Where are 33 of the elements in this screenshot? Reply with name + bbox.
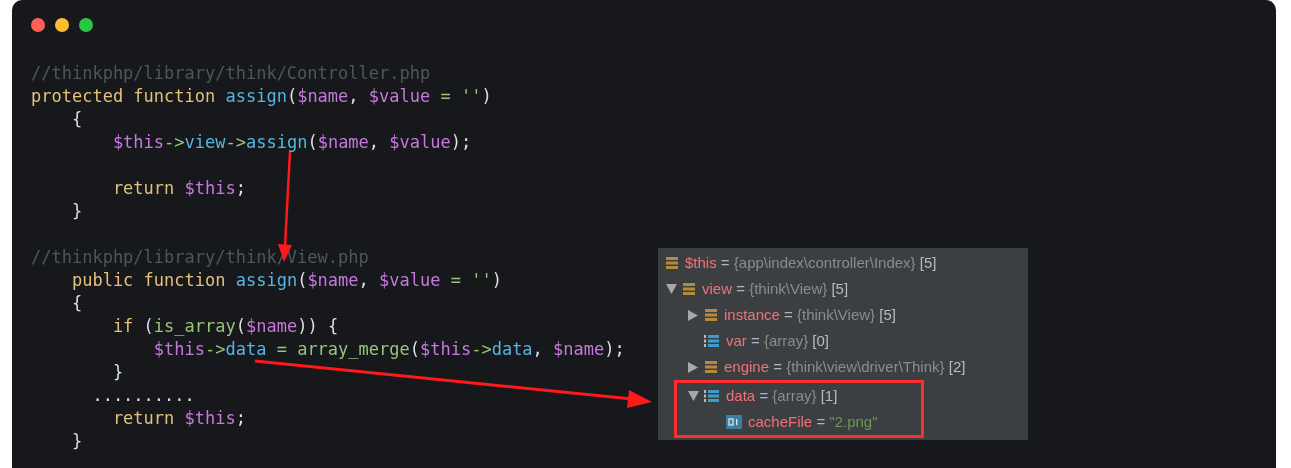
- collapsed-triangle-icon[interactable]: [688, 309, 698, 321]
- expanded-triangle-icon[interactable]: [665, 284, 677, 294]
- code-line: }: [70, 200, 83, 223]
- code-line: return $this;: [111, 177, 246, 200]
- code-line: public function assign($name, $value = ''): [70, 269, 502, 292]
- code-line: }: [111, 361, 124, 384]
- stack-icon: [704, 308, 718, 322]
- collapsed-triangle-icon[interactable]: [688, 361, 698, 373]
- code-line: return $this;: [111, 407, 246, 430]
- expanded-triangle-icon[interactable]: [687, 391, 699, 401]
- stack-icon: [704, 360, 718, 374]
- code-line: {: [70, 292, 83, 315]
- code-comment: //thinkphp/library/think/View.php: [31, 246, 369, 269]
- primitive-value-icon: [726, 415, 742, 429]
- numbered-list-icon: [704, 334, 720, 348]
- code-line: {: [70, 108, 83, 131]
- code-line: protected function assign($name, $value = ''): [31, 85, 492, 108]
- variable-entry: view = {think\View} [5]: [702, 278, 849, 299]
- variable-entry: var = {array} [0]: [726, 330, 829, 351]
- stack-icon: [665, 256, 679, 270]
- variable-entry: data = {array} [1]: [726, 385, 838, 406]
- code-comment: //thinkphp/library/think/Controller.php: [31, 62, 431, 85]
- stack-icon: [682, 282, 696, 296]
- variable-entry: engine = {think\view\driver\Think} [2]: [724, 356, 966, 377]
- variable-entry: instance = {think\View} [5]: [724, 304, 896, 325]
- variable-entry: cacheFile = "2.png": [748, 411, 878, 432]
- code-line: $this->data = array_merge($this->data, $name);: [152, 338, 625, 361]
- code-line: $this->view->assign($name, $value);: [111, 131, 472, 154]
- variable-entry: $this = {app\index\controller\Index} [5]: [685, 252, 937, 273]
- code-line: ..........: [91, 384, 195, 407]
- code-line: if (is_array($name)) {: [111, 315, 339, 338]
- code-line: }: [70, 430, 83, 453]
- numbered-list-icon: [704, 389, 720, 403]
